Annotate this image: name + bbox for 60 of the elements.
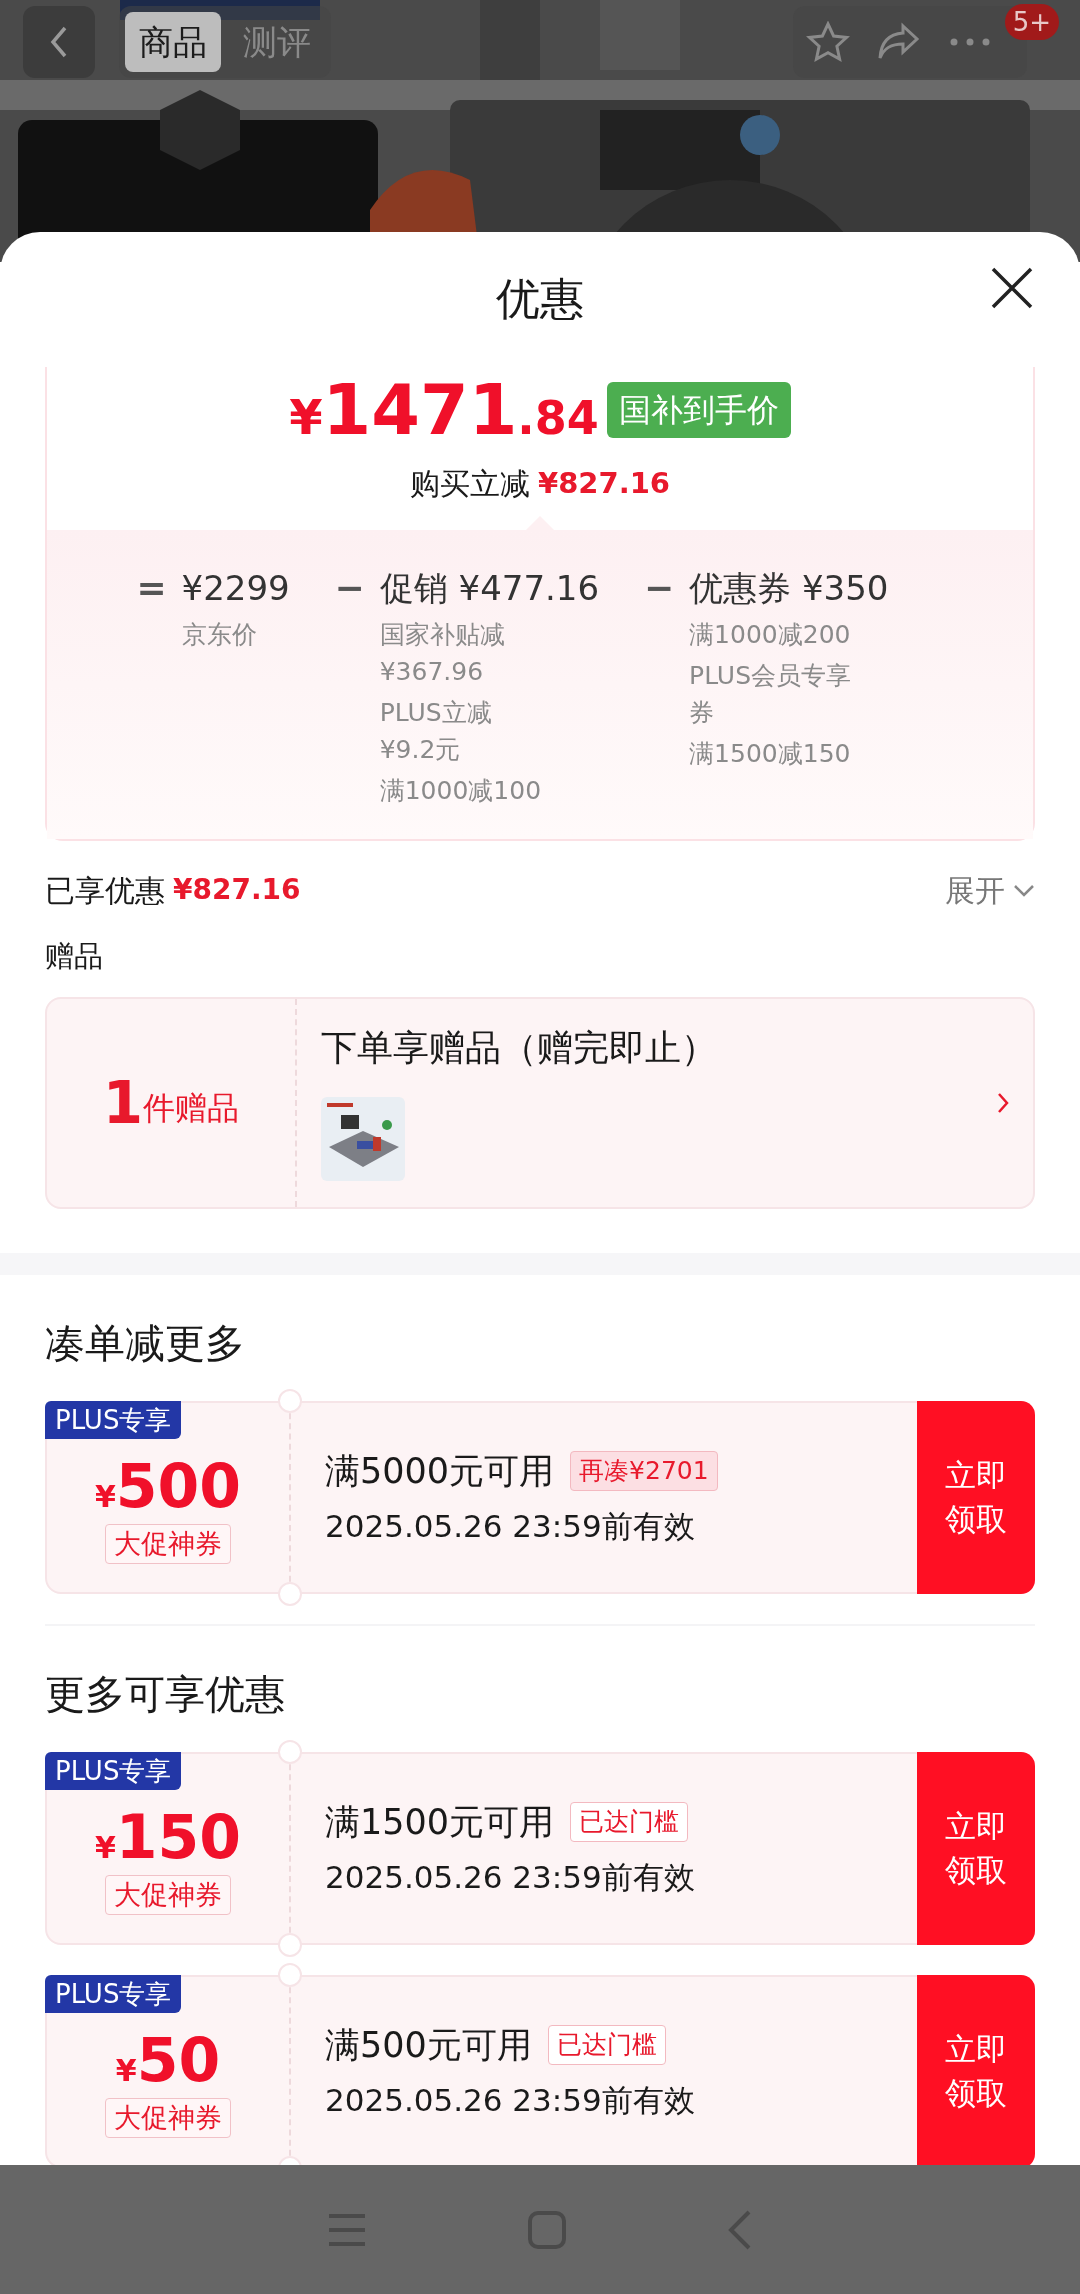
breakdown-amount: ¥2299 <box>181 567 290 610</box>
claim-button[interactable]: 立即领取 <box>917 1751 1035 1945</box>
breakdown-detail: 满1000减100 <box>379 775 543 807</box>
coupon-validity: 2025.05.26 23:59前有效 <box>325 1858 696 1897</box>
home-button[interactable] <box>527 2209 567 2250</box>
section-title: 凑单减更多 <box>44 1318 246 1367</box>
price-tag: 国补到手价 <box>606 382 791 438</box>
savings-amount: ¥827.16 <box>173 872 301 908</box>
coupon-condition: 满5000元可用 <box>325 1449 555 1493</box>
gift-title: 下单享赠品（赠完即止） <box>321 1025 718 1070</box>
gift-card[interactable]: 1件赠品 下单享赠品（赠完即止） <box>45 996 1035 1209</box>
coupon-validity: 2025.05.26 23:59前有效 <box>325 2081 696 2120</box>
operator-sign: − <box>643 566 676 610</box>
coupon-amount: ¥150 <box>94 1807 242 1867</box>
coupon-validity: 2025.05.26 23:59前有效 <box>325 1507 696 1546</box>
more-icon <box>949 38 990 46</box>
plus-tag: PLUS专享 <box>45 1400 182 1439</box>
claim-button[interactable]: 立即领取 <box>917 1974 1035 2165</box>
tab[interactable]: 测评 <box>229 12 325 72</box>
price-text: ¥1471.84 <box>289 375 599 445</box>
section-title: 更多可享优惠 <box>44 1669 286 1718</box>
back-button[interactable] <box>23 6 95 78</box>
breakdown-detail: PLUS立减 ¥9.2元 <box>379 697 493 766</box>
coupon-type-tag: 大促神券 <box>105 1524 231 1564</box>
expand-toggle[interactable]: 展开 <box>945 867 1035 913</box>
sheet-title: 优惠 <box>496 273 584 326</box>
back-button[interactable] <box>727 2208 753 2251</box>
status-tag: 已达门槛 <box>570 1801 689 1842</box>
claim-button[interactable]: 立即领取 <box>917 1400 1035 1594</box>
menu-button[interactable] <box>327 2212 367 2247</box>
breakdown-detail: 满1500减150 <box>689 738 852 770</box>
coupon-amount: ¥50 <box>115 2030 221 2090</box>
breakdown-detail: 国家补贴减 ¥367.96 <box>379 619 506 688</box>
coupon-amount: ¥500 <box>94 1456 242 1516</box>
section-title: 赠品 <box>44 938 104 975</box>
tab[interactable]: 商品 <box>125 12 221 72</box>
back-icon <box>49 25 69 59</box>
star-icon <box>806 21 851 63</box>
saving-amount: ¥827.16 <box>537 464 671 502</box>
coupon-type-tag: 大促神券 <box>105 2098 231 2138</box>
coupon-type-tag: 大促神券 <box>105 1875 231 1915</box>
coupon-condition: 满500元可用 <box>325 2023 532 2067</box>
status-tag: 已达门槛 <box>547 2024 666 2065</box>
plus-tag: PLUS专享 <box>45 1974 182 2013</box>
coupon-condition: 满1500元可用 <box>325 1800 555 1844</box>
saving-label: 购买立减 <box>409 465 530 503</box>
gift-count-label: 件赠品 <box>143 1088 240 1129</box>
breakdown-detail: PLUS会员专享 券 <box>689 660 853 729</box>
breakdown-amount: 促销 ¥477.16 <box>379 567 600 610</box>
status-tag: 再凑¥2701 <box>570 1450 718 1491</box>
close-icon <box>990 266 1034 310</box>
breakdown-amount: 优惠券 ¥350 <box>689 567 889 610</box>
plus-tag: PLUS专享 <box>45 1751 182 1790</box>
operator-sign: = <box>135 566 168 610</box>
breakdown-detail: 京东价 <box>181 619 258 651</box>
savings-label: 已享优惠 <box>45 871 165 910</box>
chevron-right-icon <box>997 1091 1009 1114</box>
breakdown-detail: 满1000减200 <box>689 619 852 651</box>
gift-count: 1 <box>102 1073 144 1132</box>
operator-sign: − <box>333 566 366 610</box>
